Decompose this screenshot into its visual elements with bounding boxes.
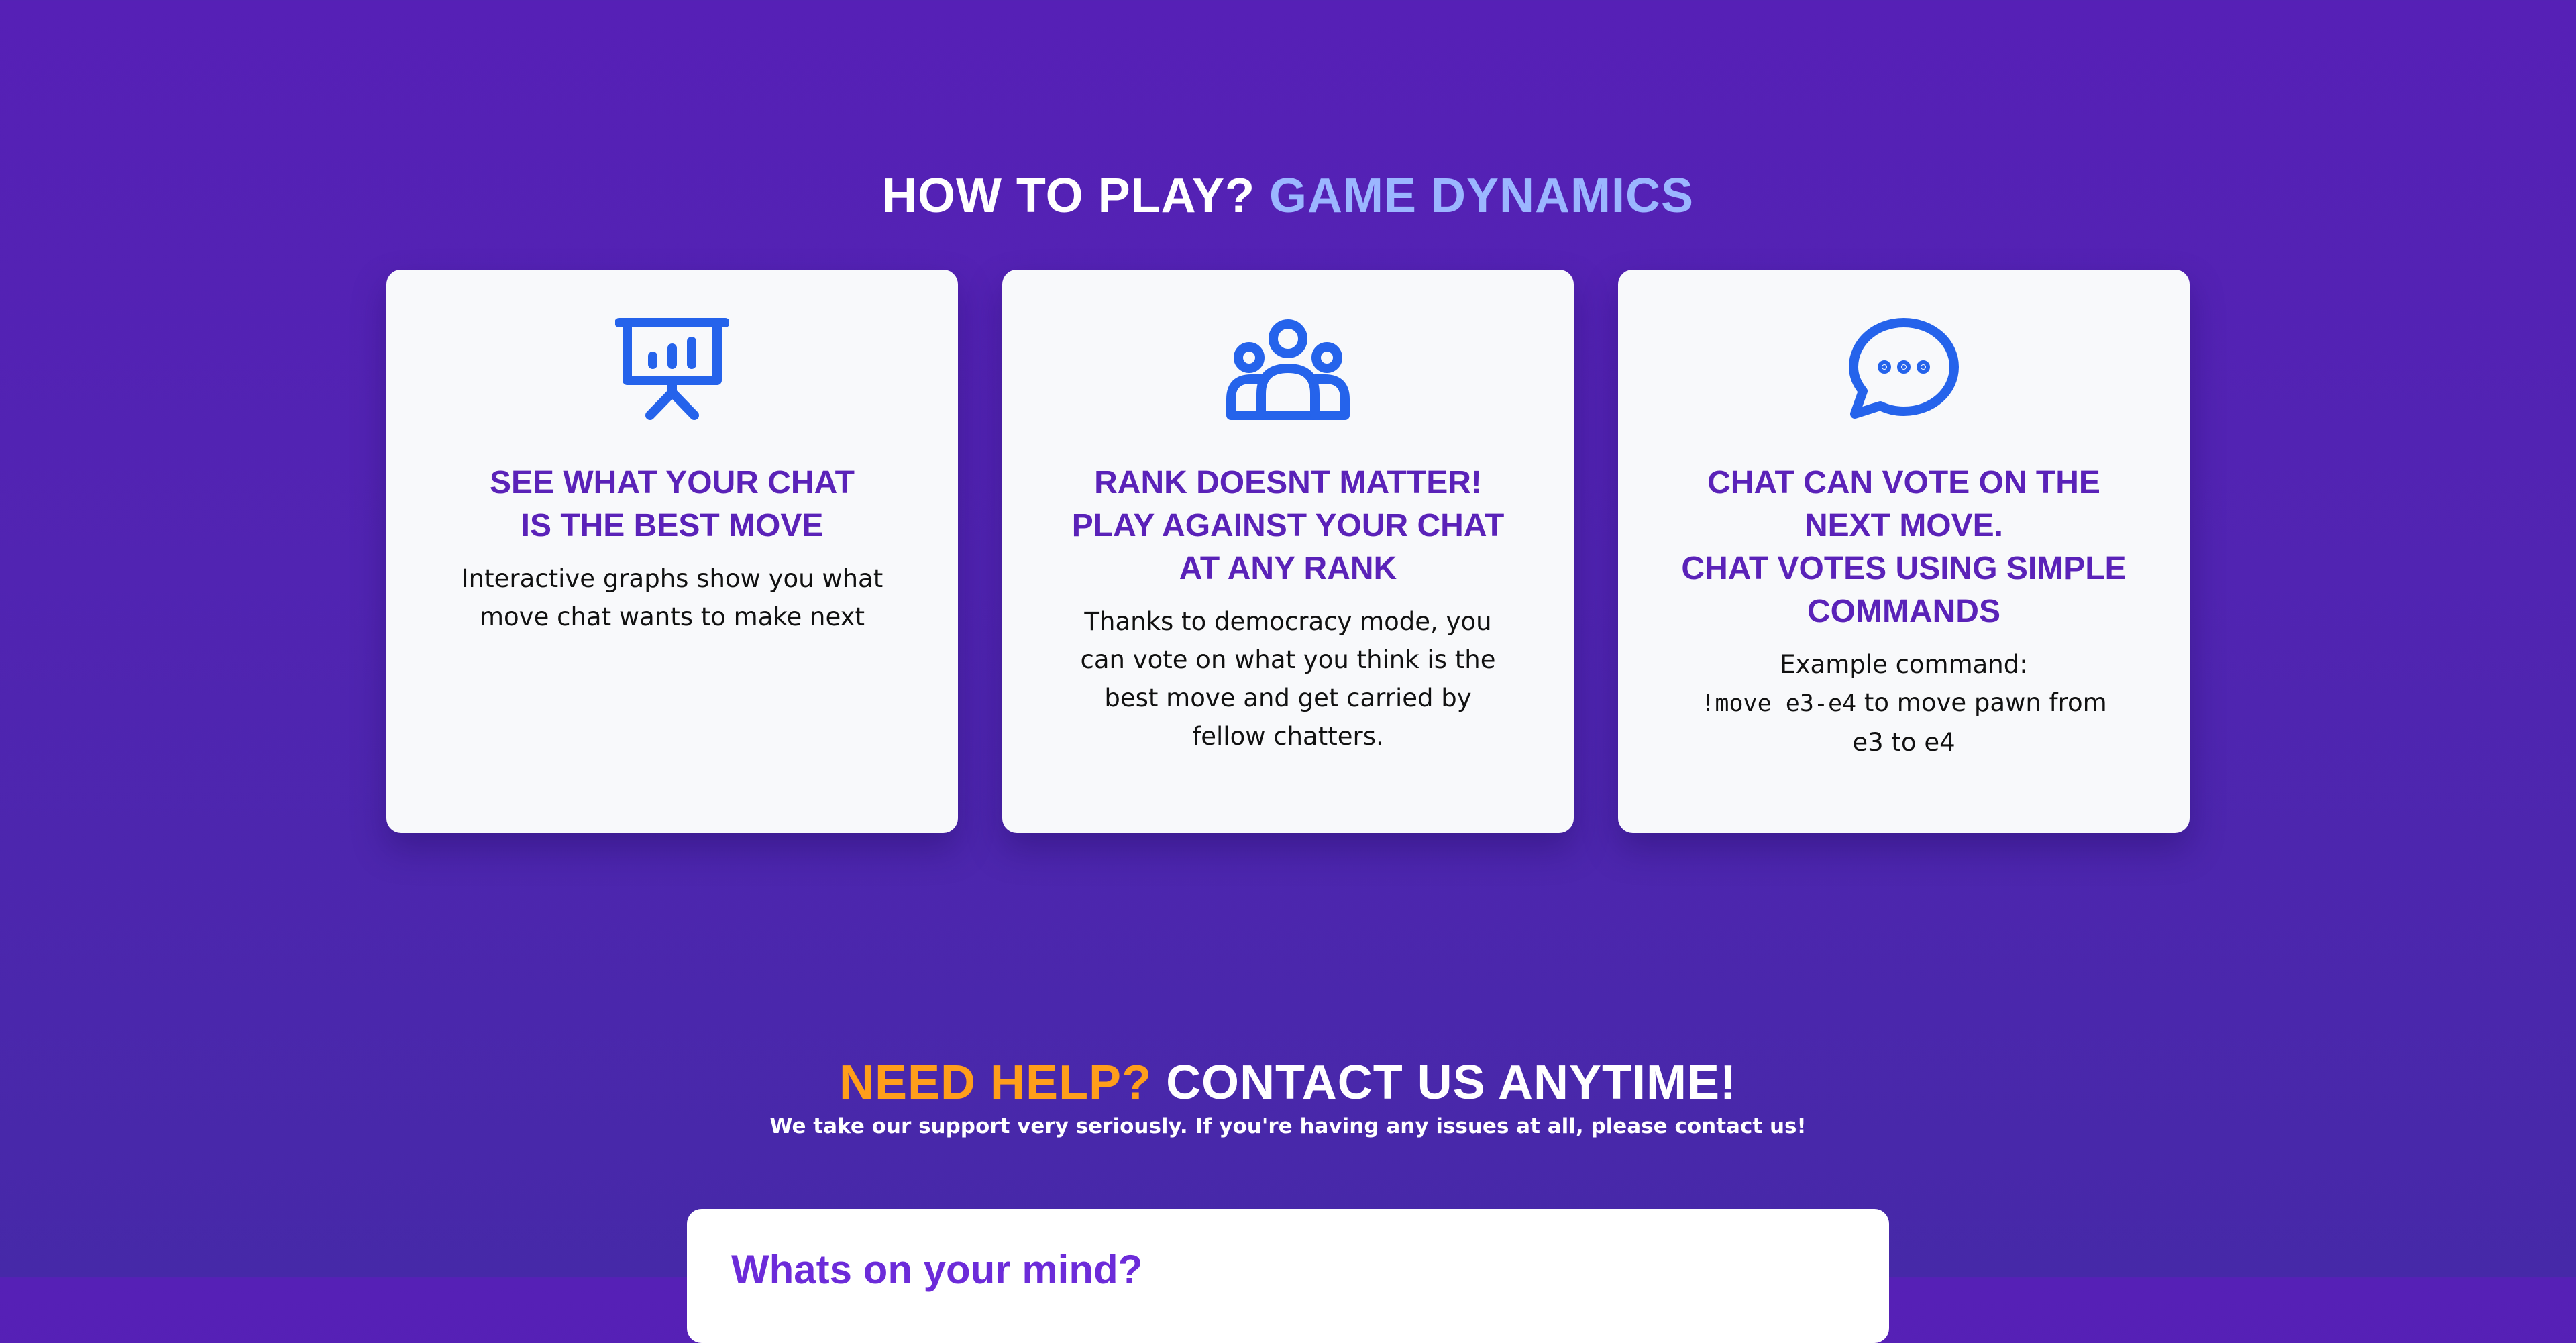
- card-title-line: NEXT MOVE.: [1804, 508, 2004, 543]
- card-title-line: CHAT CAN VOTE ON THE: [1707, 465, 2100, 500]
- feature-card-chat-vote: CHAT CAN VOTE ON THE NEXT MOVE. CHAT VOT…: [1618, 270, 2190, 833]
- card-description: Example command: !move e3-e4 to move paw…: [1658, 645, 2149, 761]
- help-heading-white: CONTACT US ANYTIME!: [1166, 1055, 1737, 1110]
- card-description: Interactive graphs show you what move ch…: [427, 559, 918, 636]
- chat-bubble-icon: [1618, 313, 2190, 427]
- card-text-line: Thanks to democracy mode, you: [1084, 607, 1492, 636]
- card-title-line: CHAT VOTES USING SIMPLE: [1681, 551, 2127, 586]
- card-text-line: fellow chatters.: [1192, 722, 1384, 751]
- user-group-icon: [1002, 313, 1574, 427]
- card-title-line: PLAY AGAINST YOUR CHAT: [1071, 508, 1505, 543]
- contact-form-title: Whats on your mind?: [731, 1247, 1143, 1292]
- card-title: RANK DOESNT MATTER! PLAY AGAINST YOUR CH…: [1042, 462, 1534, 590]
- card-text-line: Interactive graphs show you what: [461, 564, 883, 593]
- card-text-line: best move and get carried by: [1104, 684, 1472, 712]
- how-to-play-heading: HOW TO PLAY? GAME DYNAMICS: [0, 172, 2576, 220]
- presentation-chart-icon: [386, 313, 958, 427]
- card-title: SEE WHAT YOUR CHAT IS THE BEST MOVE: [427, 462, 918, 547]
- card-title-line: COMMANDS: [1807, 594, 2000, 629]
- card-title-line: IS THE BEST MOVE: [521, 508, 824, 543]
- how-to-play-heading-accent: GAME DYNAMICS: [1269, 168, 1695, 223]
- card-text-line: can vote on what you think is the: [1080, 645, 1496, 674]
- help-subtext: We take our support very seriously. If y…: [769, 1114, 1807, 1138]
- card-title-line: SEE WHAT YOUR CHAT: [489, 465, 855, 500]
- contact-form-card: Whats on your mind?: [687, 1209, 1889, 1343]
- card-title: CHAT CAN VOTE ON THE NEXT MOVE. CHAT VOT…: [1658, 462, 2149, 633]
- example-command: !move e3-e4: [1701, 690, 1857, 717]
- card-title-line: AT ANY RANK: [1179, 551, 1397, 586]
- card-text-line: Example command:: [1780, 650, 2028, 679]
- card-description: Thanks to democracy mode, you can vote o…: [1042, 602, 1534, 755]
- card-title-line: RANK DOESNT MATTER!: [1094, 465, 1482, 500]
- feature-card-rank-doesnt-matter: RANK DOESNT MATTER! PLAY AGAINST YOUR CH…: [1002, 270, 1574, 833]
- help-heading-accent: NEED HELP?: [839, 1055, 1152, 1110]
- card-text-line: to move pawn from: [1856, 688, 2107, 717]
- card-text-line: e3 to e4: [1852, 728, 1955, 757]
- help-heading: NEED HELP? CONTACT US ANYTIME!: [0, 1059, 2576, 1107]
- feature-card-see-best-move: SEE WHAT YOUR CHAT IS THE BEST MOVE Inte…: [386, 270, 958, 833]
- how-to-play-heading-white: HOW TO PLAY?: [881, 168, 1255, 223]
- card-text-line: move chat wants to make next: [480, 602, 865, 631]
